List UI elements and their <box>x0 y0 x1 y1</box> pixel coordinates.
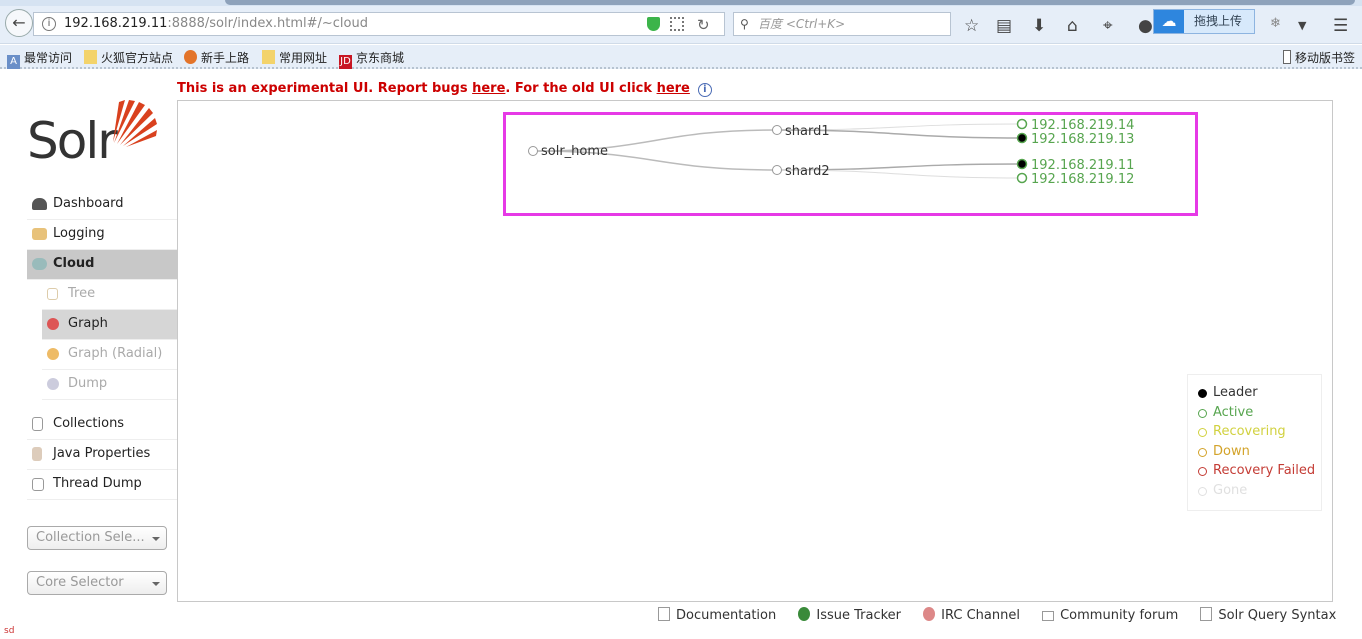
legend-label: Recovering <box>1213 424 1286 439</box>
legend-label: Down <box>1213 443 1250 459</box>
bug-icon <box>798 607 811 621</box>
legend-item-gone: Gone <box>1198 483 1321 503</box>
legend-item-active: Active <box>1198 405 1321 425</box>
legend-item-recovering: Recovering <box>1198 424 1321 444</box>
corner-text: sd <box>4 626 15 636</box>
cloud-graph: solr_homeshard1 192.168.219.14192.168.219… <box>528 118 1134 187</box>
documentation-link[interactable]: Documentation <box>658 607 776 623</box>
irc-channel-link[interactable]: IRC Channel <box>923 607 1020 623</box>
mail-icon <box>1042 611 1055 621</box>
legend-marker-icon <box>1198 389 1207 398</box>
legend-marker-icon <box>1198 408 1207 418</box>
highlight-box <box>503 112 1198 216</box>
query-syntax-link[interactable]: Solr Query Syntax <box>1200 607 1336 623</box>
issue-tracker-link[interactable]: Issue Tracker <box>798 607 901 623</box>
document-icon <box>658 607 670 621</box>
legend-item-leader: Leader <box>1198 385 1321 405</box>
legend-marker-icon <box>1198 447 1207 457</box>
legend-label: Recovery Failed <box>1213 463 1316 478</box>
people-icon <box>923 607 936 621</box>
legend-marker-icon <box>1198 428 1207 437</box>
legend-label: Active <box>1213 404 1254 420</box>
legend: Leader Active Recovering Down Recovery Faile… <box>1187 374 1322 511</box>
community-forum-link[interactable]: Community forum <box>1042 608 1178 623</box>
legend-item-recovery-failed: Recovery Failed <box>1198 463 1321 483</box>
footer-links: Documentation Issue Tracker IRC Channel … <box>658 607 1354 623</box>
legend-label: Gone <box>1213 482 1248 498</box>
legend-item-down: Down <box>1198 444 1321 464</box>
legend-label: Leader <box>1213 385 1258 400</box>
legend-marker-icon <box>1198 486 1207 496</box>
syntax-icon <box>1200 607 1213 621</box>
legend-marker-icon <box>1198 467 1207 476</box>
